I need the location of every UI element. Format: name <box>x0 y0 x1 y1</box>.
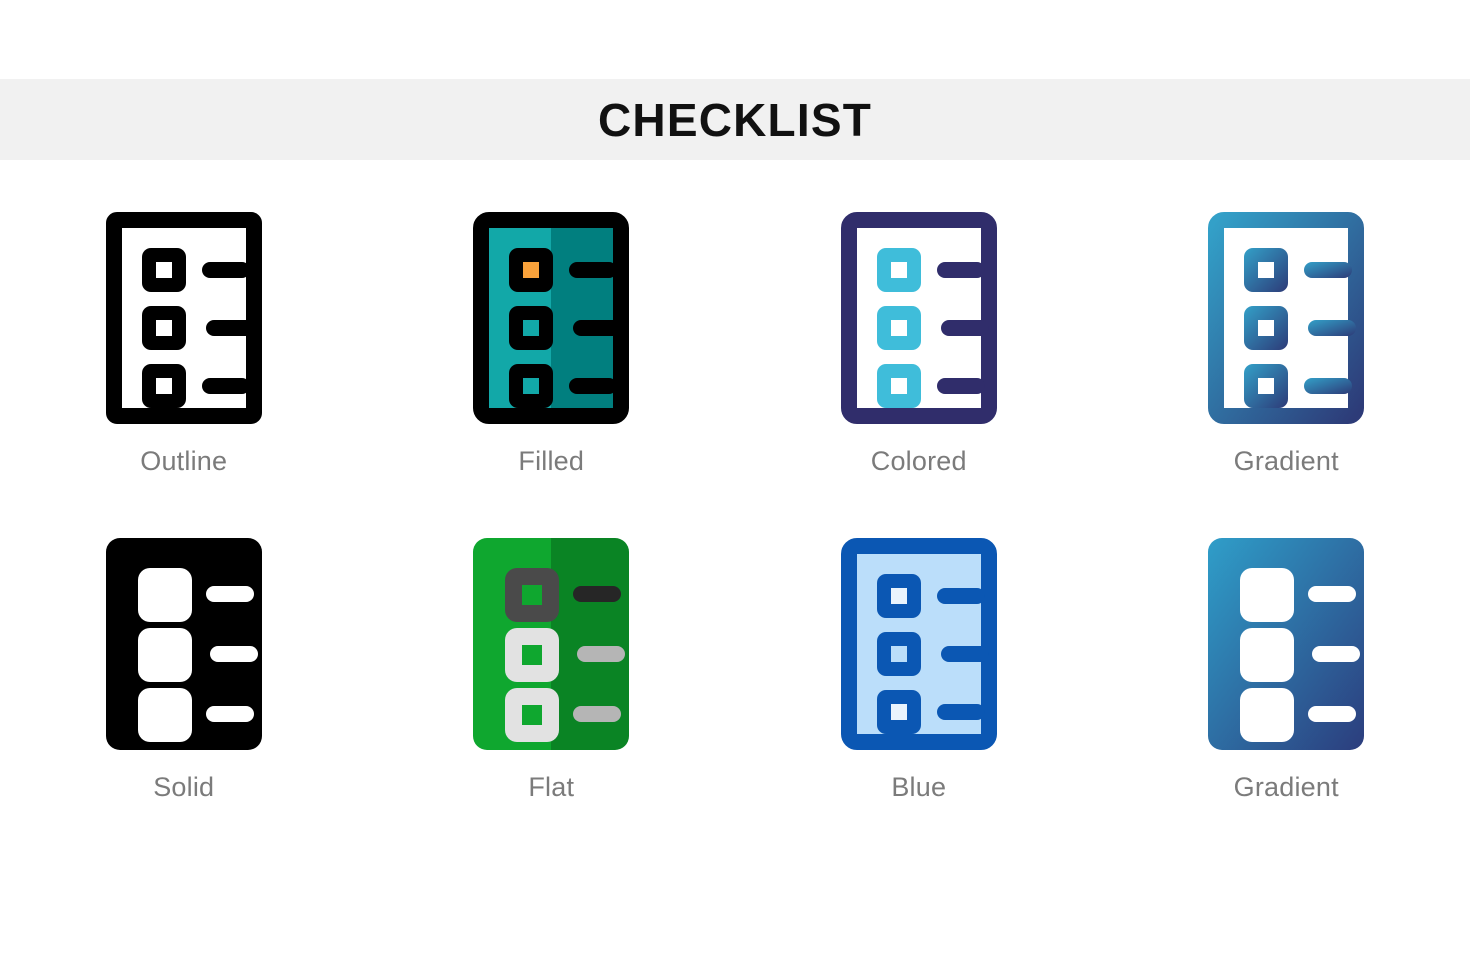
icon-style-sheet: CHECKLIST Outline Filled Colored Gradien… <box>0 0 1470 980</box>
icon-cell-flat[interactable]: Flat <box>368 526 736 852</box>
icon-label-gradient-solid: Gradient <box>1233 772 1339 802</box>
icon-cell-outline[interactable]: Outline <box>0 200 368 526</box>
icon-label-colored: Colored <box>870 446 967 476</box>
checklist-icon-blue[interactable] <box>814 538 1024 750</box>
icon-cell-filled[interactable]: Filled <box>368 200 736 526</box>
icon-row-1: Outline Filled Colored Gradient <box>0 200 1470 526</box>
checklist-icon-flat[interactable] <box>446 538 656 750</box>
checklist-icon-colored[interactable] <box>814 212 1024 424</box>
icon-cell-solid[interactable]: Solid <box>0 526 368 852</box>
checklist-icon-outline[interactable] <box>79 212 289 424</box>
checklist-icon-gradient-solid[interactable] <box>1181 538 1391 750</box>
title-bar: CHECKLIST <box>0 79 1470 160</box>
icon-variant-grid: Outline Filled Colored Gradient Solid Fl… <box>0 200 1470 852</box>
icon-label-blue: Blue <box>891 772 947 802</box>
icon-cell-blue[interactable]: Blue <box>735 526 1103 852</box>
page-title: CHECKLIST <box>597 93 873 146</box>
icon-label-flat: Flat <box>528 772 575 802</box>
icon-label-outline: Outline <box>140 446 228 476</box>
icon-cell-gradient-solid[interactable]: Gradient <box>1103 526 1470 852</box>
icon-cell-colored[interactable]: Colored <box>735 200 1103 526</box>
checklist-icon-filled[interactable] <box>446 212 656 424</box>
icon-label-solid: Solid <box>153 772 215 802</box>
icon-label-filled: Filled <box>518 446 585 476</box>
checklist-icon-solid[interactable] <box>79 538 289 750</box>
icon-cell-gradient-outline[interactable]: Gradient <box>1103 200 1470 526</box>
icon-row-2: Solid Flat Blue Gradient <box>0 526 1470 852</box>
icon-label-gradient-outline: Gradient <box>1233 446 1339 476</box>
checklist-icon-gradient-outline[interactable] <box>1181 212 1391 424</box>
